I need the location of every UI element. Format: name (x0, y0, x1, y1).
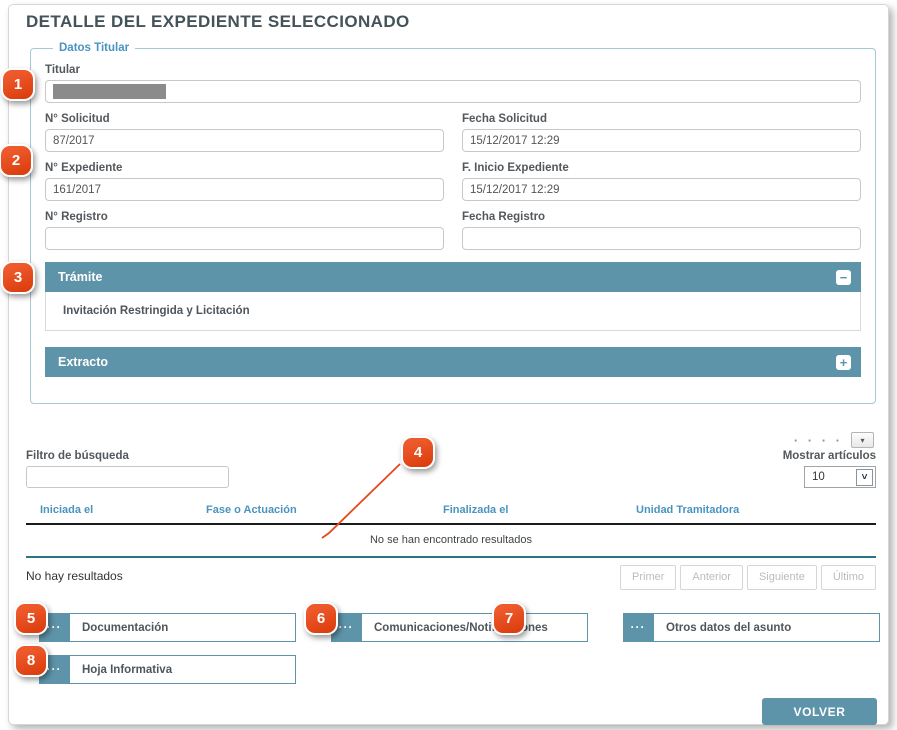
expand-icon[interactable]: + (836, 355, 851, 370)
column-header-unidad[interactable]: Unidad Tramitadora (636, 504, 876, 516)
next-page-button[interactable]: Siguiente (747, 565, 817, 590)
fecha-registro-field[interactable] (462, 227, 861, 250)
inicio-expediente-field[interactable] (462, 178, 861, 201)
callout-badge-3: 3 (1, 261, 35, 294)
page-size-select[interactable]: 10 ˅ (804, 466, 876, 488)
column-header-iniciada[interactable]: Iniciada el (26, 504, 186, 516)
filter-row: Filtro de búsqueda Mostrar artículos 10 … (26, 450, 876, 488)
empty-results-message: No se han encontrado resultados (26, 525, 876, 558)
titular-label: Titular (45, 64, 861, 76)
results-table: Iniciada el Fase o Actuación Finalizada … (26, 504, 876, 590)
documentacion-button[interactable]: ··· Documentación (39, 613, 296, 642)
last-page-button[interactable]: Último (821, 565, 876, 590)
callout-badge-8: 8 (14, 644, 48, 677)
collapse-icon[interactable]: − (836, 270, 851, 285)
accordion-tramite-title: Trámite (58, 270, 102, 284)
ellipsis-icon: ··· (623, 613, 653, 642)
inicio-expediente-label: F. Inicio Expediente (462, 162, 861, 174)
callout-badge-2: 2 (0, 144, 33, 177)
datos-titular-fieldset: Datos Titular Titular N° Solicitud Fecha… (30, 42, 876, 404)
search-input[interactable] (26, 466, 229, 488)
pagination: Primer Anterior Siguiente Último (620, 565, 876, 590)
accordion-extracto: Extracto + (45, 347, 861, 377)
comunicaciones-label: Comunicaciones/Notificaciones (361, 613, 588, 642)
accordion-extracto-title: Extracto (58, 355, 108, 369)
expediente-detail-card: DETALLE DEL EXPEDIENTE SELECCIONADO Dato… (8, 4, 889, 725)
documentacion-label: Documentación (69, 613, 296, 642)
comunicaciones-button[interactable]: ··· Comunicaciones/Notificaciones (331, 613, 588, 642)
show-items-label: Mostrar artículos (783, 450, 876, 462)
registro-label: N° Registro (45, 211, 444, 223)
solicitud-label: N° Solicitud (45, 113, 444, 125)
first-page-button[interactable]: Primer (620, 565, 676, 590)
accordion-tramite-content: Invitación Restringida y Licitación (45, 292, 861, 331)
fecha-solicitud-field[interactable] (462, 129, 861, 152)
chevron-down-icon: ▾ (860, 436, 864, 445)
callout-badge-4: 4 (401, 436, 435, 469)
accordion-tramite: Trámite − Invitación Restringida y Licit… (45, 262, 861, 331)
table-options-toolbar: · · · · ▾ (26, 432, 876, 448)
column-header-fase[interactable]: Fase o Actuación (186, 504, 426, 516)
column-dots: · · · · (794, 434, 843, 447)
expediente-label: N° Expediente (45, 162, 444, 174)
fecha-solicitud-label: Fecha Solicitud (462, 113, 861, 125)
table-header-row: Iniciada el Fase o Actuación Finalizada … (26, 504, 876, 525)
previous-page-button[interactable]: Anterior (680, 565, 743, 590)
expediente-field[interactable] (45, 178, 444, 201)
solicitud-field[interactable] (45, 129, 444, 152)
callout-badge-7: 7 (492, 602, 526, 635)
redacted-value (53, 84, 166, 99)
datos-titular-legend: Datos Titular (53, 42, 135, 54)
no-results-status: No hay resultados (26, 565, 123, 583)
callout-badge-5: 5 (14, 602, 48, 635)
page-size-value: 10 (812, 471, 825, 483)
fecha-registro-label: Fecha Registro (462, 211, 861, 223)
volver-button[interactable]: VOLVER (762, 698, 877, 725)
column-chooser-button[interactable]: ▾ (851, 432, 874, 448)
accordion-tramite-header[interactable]: Trámite − (45, 262, 861, 292)
footer-bar: VOLVER (9, 698, 877, 725)
column-header-finalizada[interactable]: Finalizada el (426, 504, 636, 516)
callout-badge-1: 1 (1, 68, 35, 101)
table-status-row: No hay resultados Primer Anterior Siguie… (26, 558, 876, 590)
results-section: · · · · ▾ Filtro de búsqueda Mostrar art… (26, 432, 876, 590)
filter-label: Filtro de búsqueda (26, 450, 229, 462)
hoja-informativa-button[interactable]: ··· Hoja Informativa (39, 655, 296, 684)
otros-datos-button[interactable]: ··· Otros datos del asunto (623, 613, 880, 642)
hoja-informativa-label: Hoja Informativa (69, 655, 296, 684)
page-title: DETALLE DEL EXPEDIENTE SELECCIONADO (26, 12, 888, 32)
otros-datos-label: Otros datos del asunto (653, 613, 880, 642)
callout-badge-6: 6 (304, 602, 338, 635)
select-caret-icon: ˅ (856, 469, 873, 486)
titular-field[interactable] (45, 80, 861, 103)
related-sections: ··· Documentación ··· Comunicaciones/Not… (39, 613, 876, 684)
accordion-extracto-header[interactable]: Extracto + (45, 347, 861, 377)
registro-field[interactable] (45, 227, 444, 250)
